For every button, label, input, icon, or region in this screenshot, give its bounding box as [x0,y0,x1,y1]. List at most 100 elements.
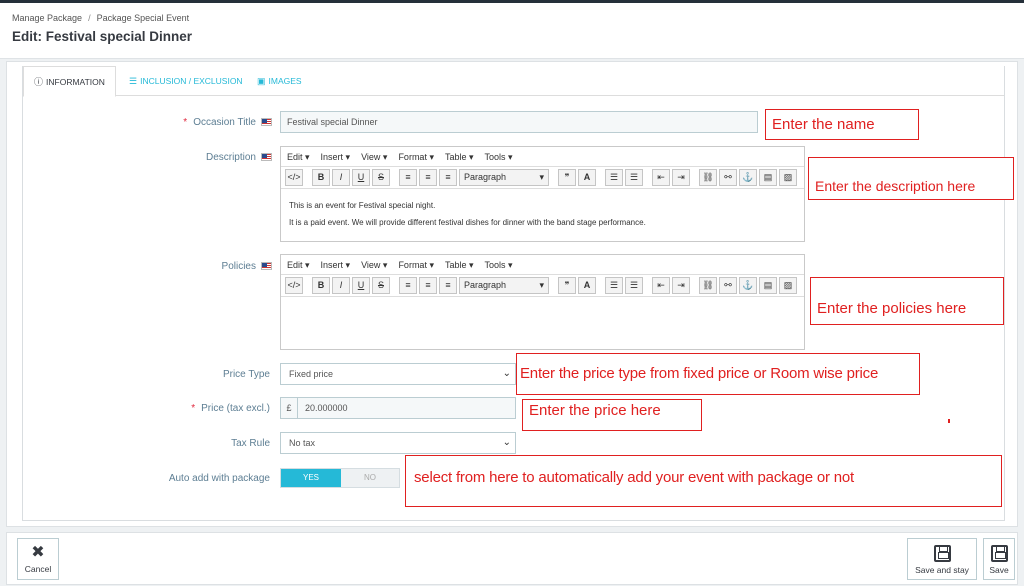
editor-toolbar: </> B I U S ≡ ≡ ≡ Paragraph ❞ A ☰ ☰ ⇤ ⇥ … [281,167,804,189]
unlink-icon[interactable]: ⚯ [719,169,737,186]
tab-images[interactable]: ▣ IMAGES [247,66,312,96]
policies-content[interactable] [281,297,804,313]
price-input-group[interactable]: £ 20.000000 [280,397,516,419]
label-text: Policies [221,261,256,272]
align-center-icon[interactable]: ≡ [419,277,437,294]
description-content[interactable]: This is an event for Festival special ni… [281,189,804,239]
format-select[interactable]: Paragraph [459,169,549,186]
tax-rule-select[interactable]: No tax ⌄ [280,432,516,454]
anchor-icon[interactable]: ⚓ [739,169,757,186]
breadcrumb-item-special-event[interactable]: Package Special Event [97,13,190,23]
callout-description: Enter the description here [808,157,1014,200]
occasion-title-label: * Occasion Title [32,117,272,128]
callout-price-type: Enter the price type from fixed price or… [516,353,920,395]
underline-icon[interactable]: U [352,169,370,186]
cancel-button[interactable]: ✖ Cancel [17,538,59,580]
menu-table[interactable]: Table ▾ [445,260,474,270]
anchor-icon[interactable]: ⚓ [739,277,757,294]
select-value: No tax [289,438,316,448]
bold-icon[interactable]: B [312,169,330,186]
us-flag-icon [261,118,272,127]
align-right-icon[interactable]: ≡ [439,277,457,294]
unlink-icon[interactable]: ⚯ [719,277,737,294]
save-and-stay-button[interactable]: Save and stay [907,538,977,580]
format-select[interactable]: Paragraph [459,277,549,294]
menu-insert[interactable]: Insert ▾ [321,152,351,162]
strikethrough-icon[interactable]: S [372,277,390,294]
blockquote-icon[interactable]: ❞ [558,277,576,294]
bullet-list-icon[interactable]: ☰ [605,169,623,186]
menu-tools[interactable]: Tools ▾ [485,260,513,270]
editor-menubar: Edit ▾ Insert ▾ View ▾ Format ▾ Table ▾ Tools… [281,255,804,275]
price-input[interactable]: 20.000000 [305,398,348,418]
callout-auto-add: select from here to automatically add yo… [405,455,1002,507]
menu-view[interactable]: View ▾ [361,152,387,162]
label-text: Price (tax excl.) [201,403,270,414]
align-left-icon[interactable]: ≡ [399,277,417,294]
currency-symbol: £ [281,398,298,418]
source-code-icon[interactable]: </> [285,277,303,294]
blockquote-icon[interactable]: ❞ [558,169,576,186]
form-footer: ✖ Cancel Save and stay Save [6,532,1018,585]
price-label: * Price (tax excl.) [30,403,270,414]
save-icon [933,545,951,562]
align-left-icon[interactable]: ≡ [399,169,417,186]
image-insert-icon[interactable]: ▨ [779,169,797,186]
image-insert-icon[interactable]: ▨ [779,277,797,294]
strikethrough-icon[interactable]: S [372,169,390,186]
text-color-icon[interactable]: A [578,277,596,294]
required-marker: * [191,403,196,414]
switch-yes[interactable]: YES [281,469,341,487]
button-label: Save and stay [915,565,969,575]
save-button[interactable]: Save [983,538,1015,580]
editor-toolbar: </> B I U S ≡ ≡ ≡ Paragraph ❞ A ☰ ☰ ⇤ ⇥ … [281,275,804,297]
us-flag-icon [261,153,272,162]
indent-icon[interactable]: ⇥ [672,169,690,186]
occasion-title-input[interactable]: Festival special Dinner [280,111,758,133]
link-icon[interactable]: ⛓ [699,169,717,186]
description-editor[interactable]: Edit ▾ Insert ▾ View ▾ Format ▾ Table ▾ Tools… [280,146,805,242]
bold-icon[interactable]: B [312,277,330,294]
numbered-list-icon[interactable]: ☰ [625,277,643,294]
outdent-icon[interactable]: ⇤ [652,277,670,294]
menu-format[interactable]: Format ▾ [398,260,434,270]
underline-icon[interactable]: U [352,277,370,294]
price-type-select[interactable]: Fixed price ⌄ [280,363,516,385]
chevron-down-icon: ⌄ [502,437,511,448]
indent-icon[interactable]: ⇥ [672,277,690,294]
save-icon [990,545,1008,562]
video-icon[interactable]: ▤ [759,277,777,294]
callout-name: Enter the name [765,109,919,140]
tab-label: INCLUSION / EXCLUSION [140,76,243,86]
link-icon[interactable]: ⛓ [699,277,717,294]
menu-view[interactable]: View ▾ [361,260,387,270]
auto-add-switch[interactable]: YES NO [280,468,400,488]
text-color-icon[interactable]: A [578,169,596,186]
bullet-list-icon[interactable]: ☰ [605,277,623,294]
tax-rule-label: Tax Rule [231,438,270,449]
editor-menubar: Edit ▾ Insert ▾ View ▾ Format ▾ Table ▾ Tools… [281,147,804,167]
source-code-icon[interactable]: </> [285,169,303,186]
close-icon: ✖ [31,544,45,561]
menu-format[interactable]: Format ▾ [398,152,434,162]
video-icon[interactable]: ▤ [759,169,777,186]
menu-edit[interactable]: Edit ▾ [287,260,310,270]
menu-insert[interactable]: Insert ▾ [321,260,351,270]
align-center-icon[interactable]: ≡ [419,169,437,186]
page-title: Edit: Festival special Dinner [12,29,193,44]
breadcrumb: Manage Package / Package Special Event [12,13,189,23]
policies-editor[interactable]: Edit ▾ Insert ▾ View ▾ Format ▾ Table ▾ Tools… [280,254,805,350]
align-right-icon[interactable]: ≡ [439,169,457,186]
outdent-icon[interactable]: ⇤ [652,169,670,186]
numbered-list-icon[interactable]: ☰ [625,169,643,186]
menu-edit[interactable]: Edit ▾ [287,152,310,162]
tab-information[interactable]: ⓘ INFORMATION [23,66,116,97]
menu-tools[interactable]: Tools ▾ [485,152,513,162]
menu-table[interactable]: Table ▾ [445,152,474,162]
switch-no[interactable]: NO [341,469,399,487]
tab-inclusion-exclusion[interactable]: ☰ INCLUSION / EXCLUSION [119,66,253,96]
breadcrumb-item-manage-package[interactable]: Manage Package [12,13,82,23]
italic-icon[interactable]: I [332,169,350,186]
description-line: It is a paid event. We will provide diff… [289,218,646,227]
italic-icon[interactable]: I [332,277,350,294]
